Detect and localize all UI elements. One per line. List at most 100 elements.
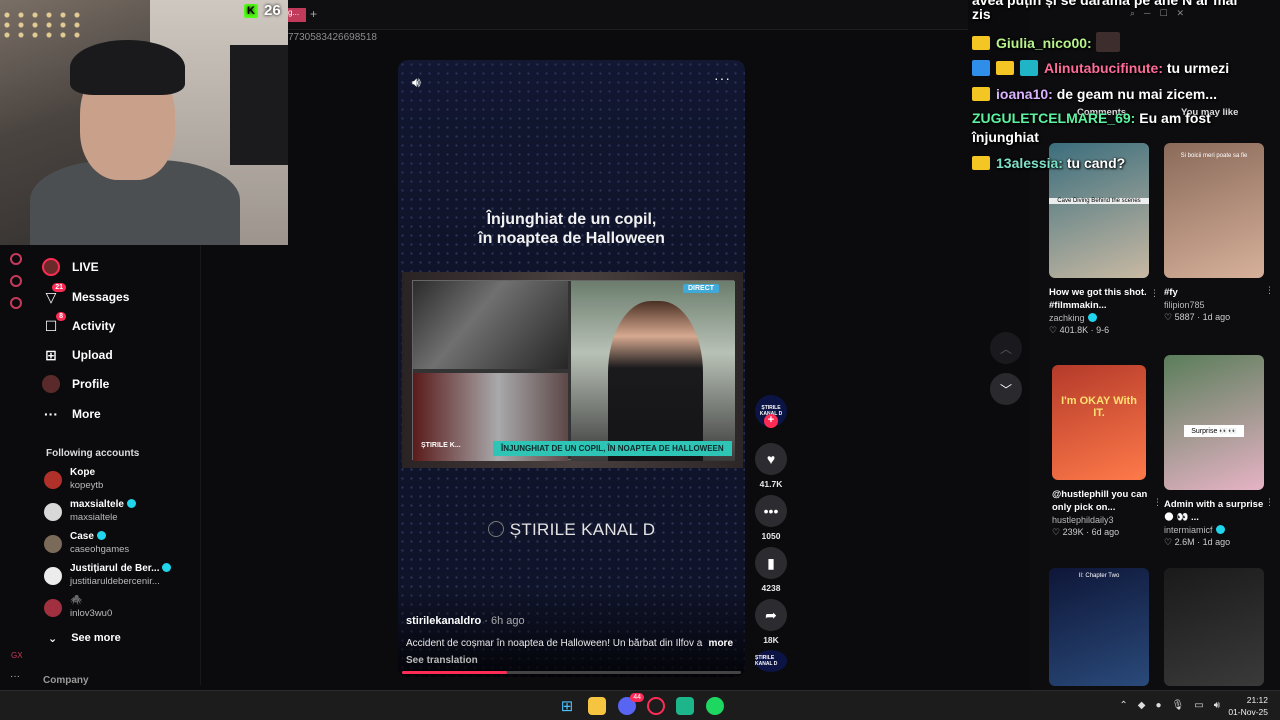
opera-gx-icon[interactable] [647,697,665,715]
card-title[interactable]: Admin with a surprise 🌑 👀 ... [1164,498,1270,524]
previous-video-chevron-up-icon[interactable]: ︿ [990,332,1022,364]
windows-start-icon[interactable]: ⊞ [558,697,576,715]
see-more-button[interactable]: ⌄ See more [48,632,121,645]
monitor-icon[interactable]: ▭ [1194,700,1203,711]
video-thumbnail[interactable]: Surprise 👀👀 [1164,355,1264,490]
video-player[interactable]: 🔊︎ ··· Înjunghiat de un copil, în noapte… [398,60,745,677]
chat-message: avea puțin și se dărâmă pe ăne N ar mai [972,0,1237,8]
card-more-icon[interactable]: ⋮ [1153,497,1162,508]
heart-icon[interactable]: ♥ [755,443,787,475]
card-more-icon[interactable]: ⋮ [1265,285,1274,296]
caption-more-button[interactable]: more [709,638,733,649]
gx-label: GX [11,651,23,660]
video-thumbnail[interactable] [1164,568,1264,686]
thumbnail-label: II: Chapter Two [1078,573,1120,579]
company-link[interactable]: Company [43,675,89,686]
card-user[interactable]: intermiamicf [1164,525,1213,535]
discord-icon[interactable]: 44 [618,693,644,715]
bookmark-icon[interactable]: ▮ [755,547,787,579]
card-title[interactable]: How we got this shot. #filmmakin... [1049,286,1155,312]
video-author[interactable]: stirilekanaldro · 6h ago [406,615,525,627]
taskbar-clock[interactable]: 21:12 01-Nov-25 [1228,694,1268,718]
comment-icon[interactable]: ••• [755,495,787,527]
settings-icon[interactable] [10,297,22,309]
share-count: 18K [763,635,779,645]
windows-taskbar: ⊞ 44 ⌃ ◆ ● 🎙︎ ▭ 🔊︎ 21:12 01-Nov-25 [0,690,1280,720]
nav-profile[interactable]: Profile [42,375,109,393]
kick-icon: K [244,3,258,18]
account-name: maxsialtele [70,499,124,510]
following-account[interactable]: Case caseohgames [44,531,129,556]
frame-brand: ȘTIRILE K... [421,442,461,449]
video-more-icon[interactable]: ··· [714,70,731,86]
account-avatar [44,567,62,585]
webcam-fairy-lights [0,10,80,40]
share-icon[interactable]: ➦ [755,599,787,631]
card-user[interactable]: zachking [1049,313,1085,323]
rail-more-icon[interactable]: ··· [10,671,20,682]
music-disc-avatar[interactable]: ȘTIRILE KANAL D [755,650,787,672]
account-name: Justițiarul de Ber... [70,563,160,574]
author-name[interactable]: stirilekanaldro [406,615,481,627]
gg-badge-icon [1020,60,1038,76]
nav-more[interactable]: ··· More [42,405,101,423]
account-name: 🕷️ [70,595,83,606]
recommended-video-card[interactable]: II: Chapter Two [1049,568,1159,686]
like-button[interactable]: ♥ 41.7K [754,443,788,489]
following-account[interactable]: maxsialtele maxsialtele [44,499,136,524]
nav-profile-label: Profile [72,377,110,391]
app-icon[interactable] [676,697,694,715]
video-progress-bar[interactable] [402,671,741,674]
following-account[interactable]: 🕷️ inlov3wu0 [44,595,112,620]
like-count: 41.7K [759,479,783,489]
video-thumbnail[interactable]: I'm OKAY With IT. [1052,365,1146,480]
card-more-icon[interactable]: ⋮ [1265,497,1274,508]
card-title[interactable]: @hustlephill you can only pick on... [1052,488,1158,514]
nav-live-label: LIVE [72,260,99,274]
spotify-icon[interactable] [706,697,724,715]
file-explorer-icon[interactable] [588,697,606,715]
card-more-icon[interactable]: ⋮ [1150,288,1159,299]
headline-line-2: în noaptea de Halloween [478,230,665,247]
thumbnail-label: I'm OKAY With IT. [1061,395,1137,419]
nav-live[interactable]: LIVE [42,258,99,276]
recommended-video-card[interactable] [1164,568,1274,686]
card-title[interactable]: #fy [1164,286,1270,299]
follow-plus-icon[interactable]: + [764,414,778,428]
activity-badge: 8 [56,312,66,321]
following-account[interactable]: Kope kopeytb [44,467,103,492]
volume-icon[interactable]: 🔊︎ [412,74,421,91]
recommended-video-card[interactable]: I'm OKAY With IT. @hustlephill you can o… [1052,365,1162,538]
history-icon[interactable] [10,253,22,265]
chat-text: avea puțin și se dărâmă pe ăne N ar mai [972,0,1238,8]
crown-badge-icon [972,87,990,101]
speaker-icon[interactable]: 🔊︎ [1214,700,1220,711]
next-video-chevron-down-icon[interactable]: ﹀ [990,373,1022,405]
nav-messages[interactable]: ▽ 21 Messages [42,283,129,306]
rail-info-icon[interactable] [10,275,22,287]
account-username: justitiaruldebercenir... [70,576,160,587]
card-user[interactable]: hustlephildaily3 [1052,515,1162,525]
tray-discord-icon[interactable]: ● [1155,700,1161,711]
account-avatar [44,503,62,521]
recommended-video-card[interactable]: Surprise 👀👀 Admin with a surprise 🌑 👀 ..… [1164,355,1274,548]
brand-text: ȘTIRILE KANAL D [509,520,656,539]
see-translation-button[interactable]: See translation [406,655,478,666]
microphone-icon[interactable]: 🎙︎ [1172,700,1185,711]
news-lower-third: ÎNJUNGHIAT DE UN COPIL, ÎN NOAPTEA DE HA… [493,441,732,456]
share-button[interactable]: ➦ 18K [754,599,788,645]
nav-activity[interactable]: ☐ 8 Activity [42,312,115,335]
account-avatar [44,535,62,553]
nav-upload-label: Upload [72,348,113,362]
card-user[interactable]: filipion785 [1164,300,1274,310]
upload-icon: ⊞ [45,346,57,363]
new-tab-plus-icon[interactable]: + [310,7,317,21]
following-account[interactable]: Justițiarul de Ber... justitiaruldebercen… [44,563,172,588]
browser-tab[interactable]: g... [288,8,306,22]
comment-button[interactable]: ••• 1050 [754,495,788,541]
video-thumbnail[interactable]: II: Chapter Two [1049,568,1149,686]
nav-upload[interactable]: ⊞ Upload [42,346,113,364]
tray-app-icon[interactable]: ◆ [1138,700,1146,711]
save-button[interactable]: ▮ 4238 [754,547,788,593]
tray-chevron-up-icon[interactable]: ⌃ [1119,700,1127,711]
